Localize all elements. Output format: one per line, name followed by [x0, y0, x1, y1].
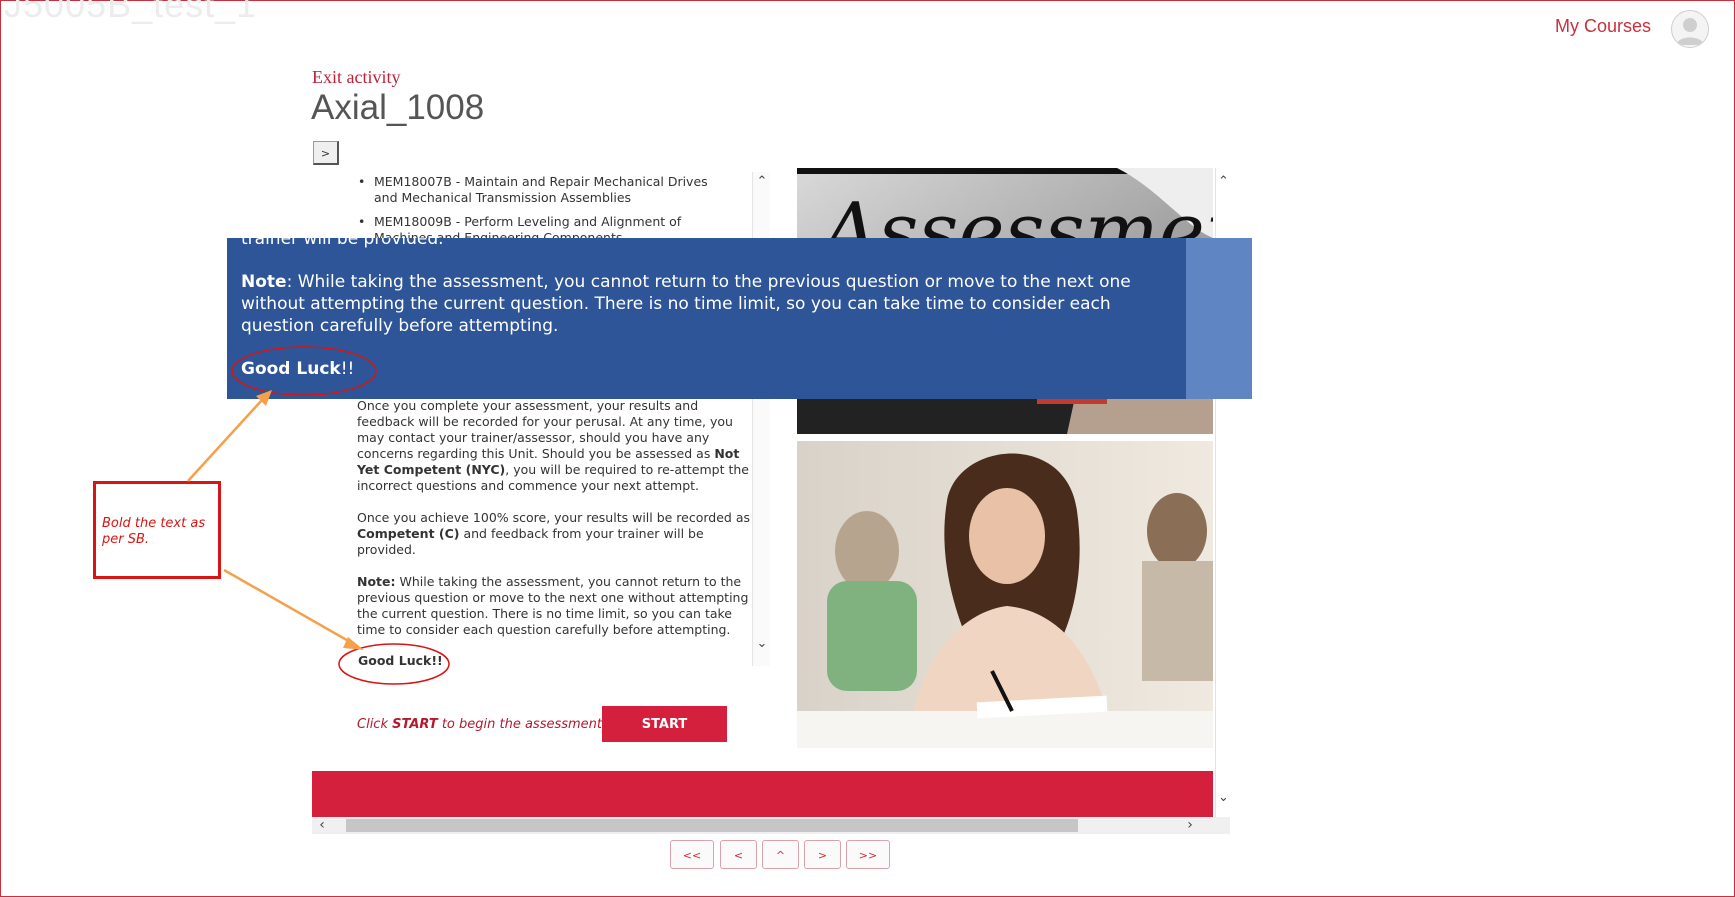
- overlay-good-luck-bold: Good Luck: [241, 359, 341, 379]
- overlay-side-strip: [1186, 238, 1252, 399]
- note-overlay: trainer will be provided. Note: While ta…: [227, 238, 1252, 399]
- scroll-thumb[interactable]: [346, 819, 1078, 832]
- overlay-good-luck: Good Luck!!: [241, 359, 354, 379]
- avatar[interactable]: [1671, 10, 1709, 48]
- my-courses-link[interactable]: My Courses: [1555, 16, 1651, 37]
- results-text: Once you complete your assessment, your …: [357, 398, 733, 461]
- click-start-word: START: [392, 717, 438, 732]
- exit-activity-link[interactable]: Exit activity: [312, 67, 400, 88]
- scroll-down-icon[interactable]: ⌄: [1216, 790, 1231, 805]
- list-item: MEM18007B - Maintain and Repair Mechanic…: [358, 174, 718, 206]
- note-paragraph: Note: While taking the assessment, you c…: [357, 574, 752, 638]
- overlay-note-label: Note: [241, 272, 287, 292]
- user-icon: [1676, 18, 1704, 45]
- overlay-note-body: : While taking the assessment, you canno…: [241, 272, 1131, 336]
- annotation-text: Bold the text as per SB.: [102, 516, 206, 547]
- footer-band: [312, 771, 1213, 817]
- overlay-good-luck-rest: !!: [340, 359, 355, 379]
- overlay-cut-text: trainer will be provided.: [241, 238, 444, 249]
- toggle-sidebar-button[interactable]: >: [313, 141, 339, 165]
- results-paragraph: Once you complete your assessment, your …: [357, 398, 752, 494]
- student-photo: [797, 441, 1213, 748]
- page-title: Axial_1008: [311, 88, 485, 127]
- score-paragraph: Once you achieve 100% score, your result…: [357, 510, 752, 558]
- start-button[interactable]: START: [602, 706, 727, 742]
- overlay-note-text: Note: While taking the assessment, you c…: [241, 271, 1136, 337]
- scroll-up-icon[interactable]: ⌃: [1216, 174, 1231, 189]
- note-label: Note:: [357, 574, 396, 589]
- note-text: While taking the assessment, you cannot …: [357, 574, 749, 637]
- activity-navigation: << < ^ > >>: [670, 840, 890, 871]
- student-image: [797, 441, 1213, 748]
- previous-page-button[interactable]: <: [720, 840, 757, 869]
- frame-horizontal-scrollbar[interactable]: ‹ ›: [312, 817, 1230, 834]
- arrow-up-line: [187, 399, 263, 482]
- click-start-instruction: Click START to begin the assessment.: [357, 717, 606, 732]
- scroll-left-icon[interactable]: ‹: [314, 817, 330, 833]
- next-page-button[interactable]: >: [804, 840, 841, 869]
- scroll-up-icon[interactable]: ⌃: [753, 174, 770, 189]
- score-text: Once you achieve 100% score, your result…: [357, 510, 751, 525]
- first-page-button[interactable]: <<: [670, 840, 714, 869]
- click-prefix: Click: [357, 717, 393, 732]
- annotation-box: Bold the text as per SB.: [93, 481, 221, 579]
- up-button[interactable]: ^: [762, 840, 799, 869]
- good-luck-text: Good Luck!!: [358, 653, 443, 666]
- click-suffix: to begin the assessment.: [437, 717, 607, 732]
- course-title-faded: J5005B_test_1: [4, 0, 258, 25]
- scroll-right-icon[interactable]: ›: [1182, 817, 1198, 833]
- last-page-button[interactable]: >>: [846, 840, 890, 869]
- competent-text: Competent (C): [357, 526, 460, 541]
- scroll-down-icon[interactable]: ⌄: [753, 636, 770, 651]
